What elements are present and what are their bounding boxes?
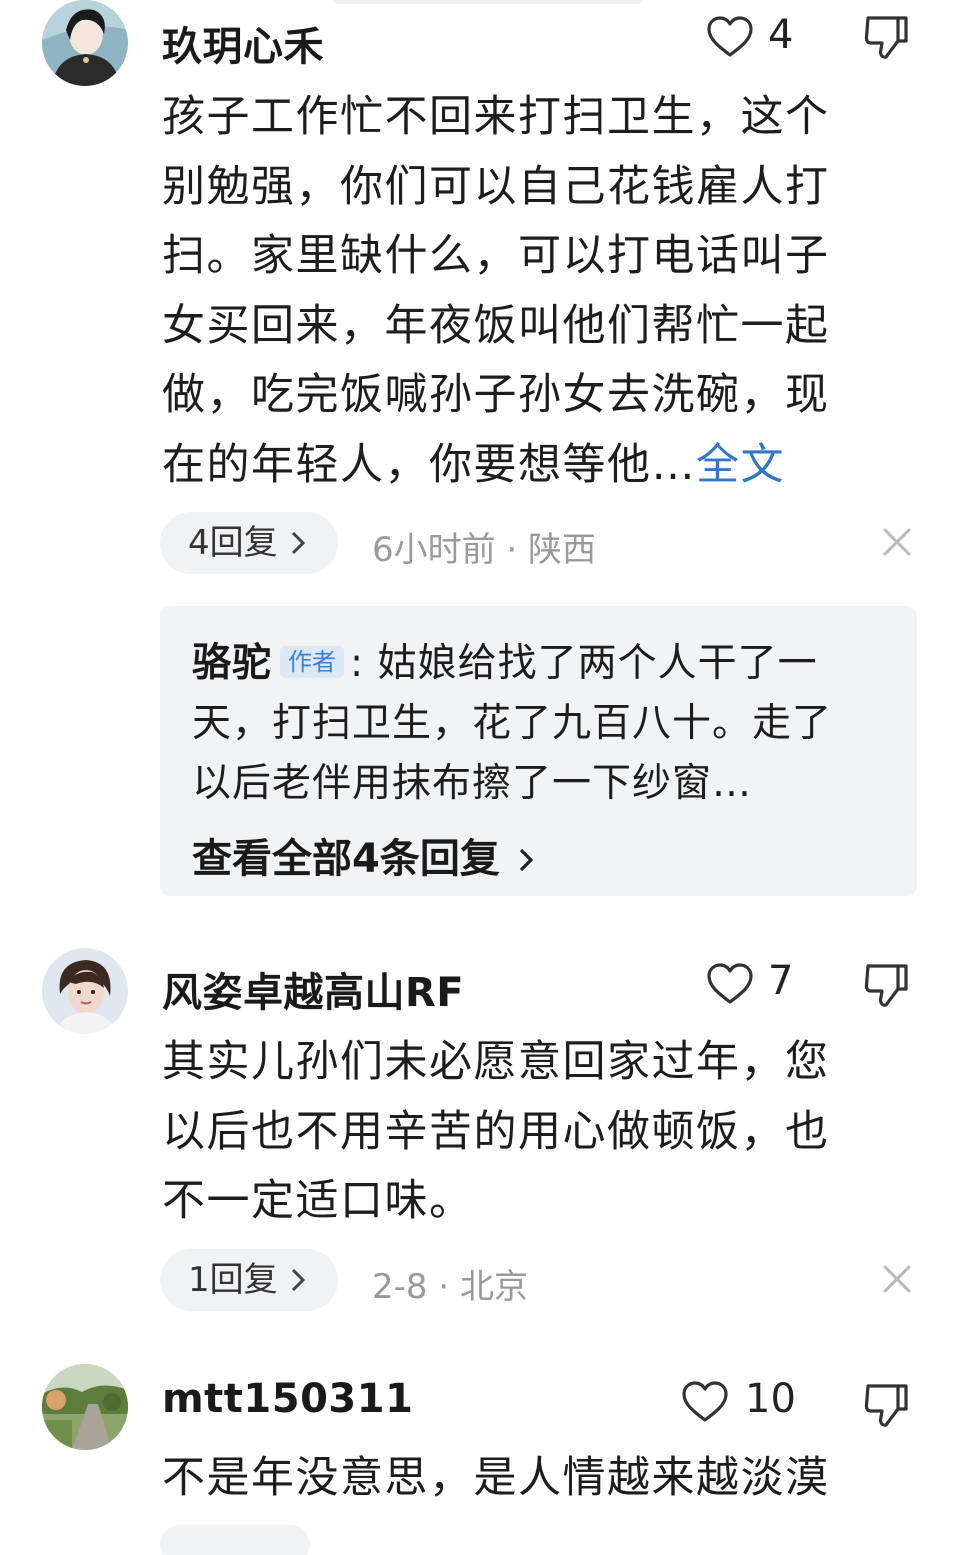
fulltext-link[interactable]: 全文 — [696, 440, 785, 490]
avatar[interactable] — [42, 1364, 128, 1450]
thumbs-down-icon[interactable] — [862, 962, 910, 1008]
previous-pill-edge — [330, 0, 645, 4]
reply-count-button[interactable]: 4回复 — [160, 512, 338, 574]
heart-outline-icon[interactable] — [706, 962, 754, 1006]
close-x-icon[interactable] — [880, 1262, 914, 1296]
author-badge: 作者 — [280, 646, 345, 678]
comment-line: 其实儿孙们未必愿意回家过年，您 — [162, 1037, 830, 1087]
comment-line: 不是年没意思，是人情越来越淡漠 — [162, 1453, 830, 1503]
comment-line: 以后也不用辛苦的用心做顿饭，也 — [162, 1106, 830, 1157]
reply-count-label: 1回复 — [188, 1260, 278, 1300]
comment-meta: 2-8 · 北京 — [372, 1267, 528, 1307]
comment-line-last: 在的年轻人，你要想等他…全文 — [162, 431, 892, 501]
comment-line: 孩子工作忙不回来打扫卫生，这个 — [162, 92, 830, 142]
reply-line: 天，打扫卫生，花了九百八十。走了 — [192, 701, 833, 746]
chevron-right-icon — [518, 838, 534, 884]
avatar[interactable] — [42, 948, 128, 1034]
comment-line: 做，吃完饭喊孙子孙女去洗碗，现 — [162, 370, 830, 420]
reply-preview-box[interactable]: 骆驼 作者: 姑娘给找了两个人干了一 天，打扫卫生，花了九百八十。走了 以后老伴用… — [160, 606, 917, 896]
reply-count-label: 4回复 — [188, 523, 278, 563]
view-all-label: 查看全部4条回复 — [192, 836, 500, 882]
comment-line: 不一定适口味。 — [162, 1176, 474, 1226]
avatar[interactable] — [42, 0, 128, 86]
comment-body: 孩子工作忙不回来打扫卫生，这个 别勉强，你们可以自己花钱雇人打 扫。家里缺什么，… — [162, 83, 892, 500]
reply-line: 以后老伴用抹布擦了一下纱窗… — [192, 761, 753, 806]
chevron-right-icon — [290, 514, 306, 576]
comment-body: 不是年没意思，是人情越来越淡漠 — [162, 1444, 892, 1514]
reply-count-button-partial[interactable] — [160, 1525, 310, 1555]
reply-author[interactable]: 骆驼 — [192, 641, 272, 686]
comment-line: 别勉强，你们可以自己花钱雇人打 — [162, 161, 830, 212]
comment-meta: 6小时前 · 陕西 — [372, 530, 597, 570]
chevron-right-icon — [290, 1251, 306, 1313]
like-count: 10 — [745, 1376, 796, 1422]
thumbs-down-icon[interactable] — [862, 1382, 910, 1428]
reply-line: 姑娘给找了两个人干了一 — [377, 641, 818, 686]
reply-colon: : — [350, 641, 378, 686]
username[interactable]: 玖玥心禾 — [162, 14, 324, 72]
comment-body: 其实儿孙们未必愿意回家过年，您 以后也不用辛苦的用心做顿饭，也 不一定适口味。 — [162, 1028, 892, 1237]
reply-count-button[interactable]: 1回复 — [160, 1249, 338, 1311]
thumbs-down-icon[interactable] — [862, 14, 910, 60]
comment-line: 女买回来，年夜饭叫他们帮忙一起 — [162, 300, 830, 351]
view-all-replies-link[interactable]: 查看全部4条回复 — [192, 826, 534, 884]
comment-line: 在的年轻人，你要想等他… — [162, 439, 696, 490]
comment-list: 玖玥心禾 4 孩子工作忙不回来打扫卫生，这个 别勉强，你们可以自己花钱雇人打 扫… — [0, 0, 960, 1555]
like-count: 7 — [768, 958, 794, 1004]
reply-preview-text: 骆驼 作者: 姑娘给找了两个人干了一 天，打扫卫生，花了九百八十。走了 以后老伴用… — [192, 634, 892, 814]
comment-line: 扫。家里缺什么，可以打电话叫子 — [162, 231, 830, 281]
heart-outline-icon[interactable] — [681, 1380, 729, 1424]
username[interactable]: mtt150311 — [162, 1376, 413, 1422]
heart-outline-icon[interactable] — [706, 15, 754, 59]
close-x-icon[interactable] — [880, 525, 914, 559]
username[interactable]: 风姿卓越高山RF — [162, 960, 464, 1018]
like-count: 4 — [768, 12, 794, 58]
